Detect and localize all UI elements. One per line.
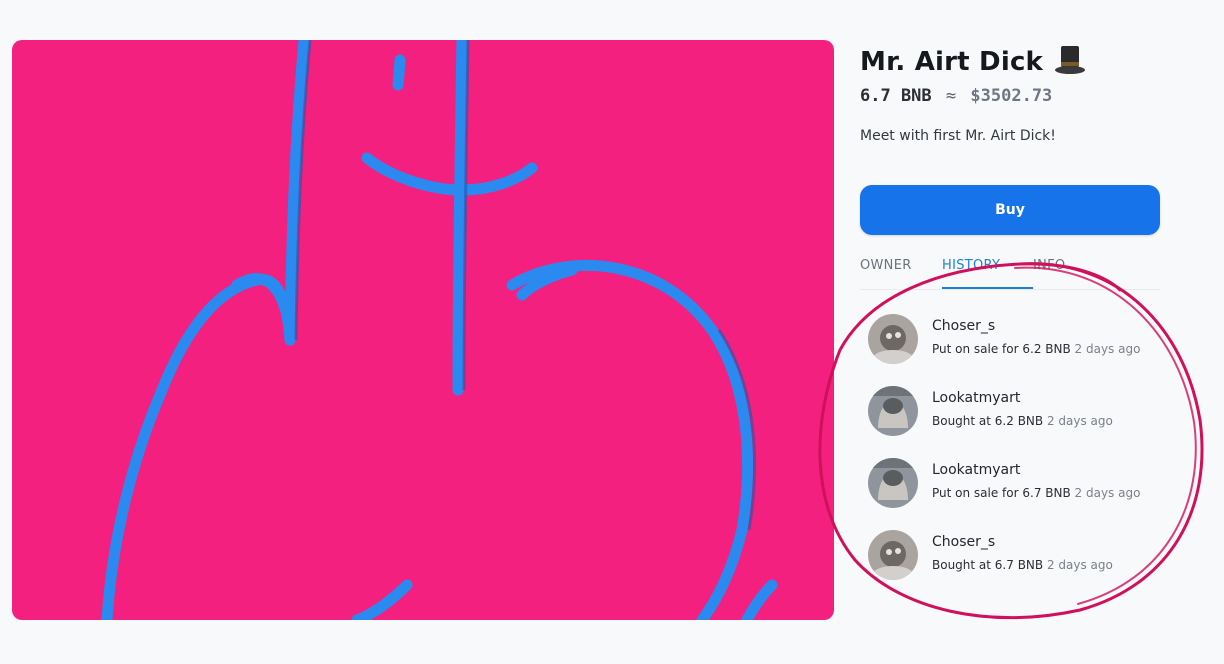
price-bnb: 6.7 BNB (860, 86, 932, 106)
history-action: Put on sale for 6.2 BNB 2 days ago (932, 342, 1140, 356)
nft-details-panel: Mr. Airt Dick 6.7 BNB ≈ $3502.73 Meet wi… (860, 40, 1160, 580)
history-action-text: Bought at 6.2 BNB (932, 414, 1044, 428)
nft-title: Mr. Airt Dick (860, 47, 1044, 77)
buy-button[interactable]: Buy (860, 185, 1160, 235)
approx-sign: ≈ (945, 86, 957, 106)
price-row: 6.7 BNB ≈ $3502.73 (860, 86, 1160, 106)
nft-description: Meet with first Mr. Airt Dick! (860, 128, 1056, 144)
avatar[interactable] (868, 386, 918, 436)
history-action-text: Put on sale for 6.2 BNB (932, 342, 1071, 356)
history-item[interactable]: Lookatmyart Put on sale for 6.7 BNB 2 da… (868, 456, 1168, 528)
top-hat-icon (1053, 43, 1087, 81)
history-action: Bought at 6.2 BNB 2 days ago (932, 414, 1113, 428)
price-usd: $3502.73 (970, 86, 1053, 106)
history-action: Bought at 6.7 BNB 2 days ago (932, 558, 1113, 572)
history-user[interactable]: Choser_s (932, 534, 995, 550)
details-tabs: OWNER HISTORY INFO (860, 246, 1160, 290)
history-user[interactable]: Choser_s (932, 318, 995, 334)
history-user[interactable]: Lookatmyart (932, 462, 1020, 478)
history-time: 2 days ago (1046, 558, 1113, 572)
history-time: 2 days ago (1074, 342, 1141, 356)
tab-history[interactable]: HISTORY (942, 246, 1033, 289)
tab-info[interactable]: INFO (1033, 246, 1113, 289)
tab-owner[interactable]: OWNER (860, 246, 942, 289)
history-list: Choser_s Put on sale for 6.2 BNB 2 days … (868, 312, 1168, 600)
history-action-text: Put on sale for 6.7 BNB (932, 486, 1071, 500)
history-item[interactable]: Choser_s Put on sale for 6.2 BNB 2 days … (868, 312, 1168, 384)
history-action-text: Bought at 6.7 BNB (932, 558, 1044, 572)
nft-artwork-drawing (12, 40, 834, 620)
history-time: 2 days ago (1074, 486, 1141, 500)
nft-artwork-image[interactable] (12, 40, 834, 620)
history-item[interactable]: Choser_s Bought at 6.7 BNB 2 days ago (868, 528, 1168, 600)
history-item[interactable]: Lookatmyart Bought at 6.2 BNB 2 days ago (868, 384, 1168, 456)
history-user[interactable]: Lookatmyart (932, 390, 1020, 406)
history-action: Put on sale for 6.7 BNB 2 days ago (932, 486, 1140, 500)
history-time: 2 days ago (1046, 414, 1113, 428)
avatar[interactable] (868, 530, 918, 580)
avatar[interactable] (868, 314, 918, 364)
avatar[interactable] (868, 458, 918, 508)
